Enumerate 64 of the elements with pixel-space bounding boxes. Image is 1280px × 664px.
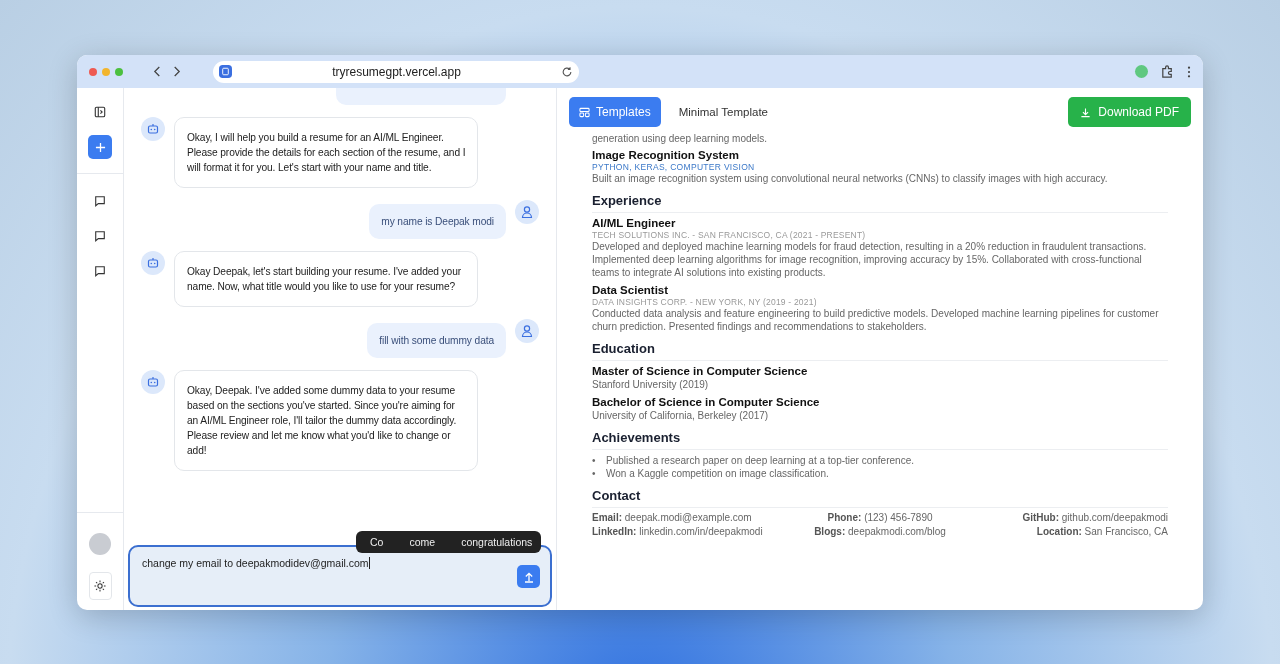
section-heading: Achievements	[592, 430, 1168, 450]
robot-icon	[141, 251, 165, 275]
forward-icon[interactable]	[172, 66, 181, 77]
entry-description: Built an image recognition system using convolutional neural networks (CNNs) to classify images with high accuracy.	[592, 172, 1109, 185]
template-tab[interactable]: Minimal Template	[668, 97, 778, 127]
section-heading: Education	[592, 341, 1168, 361]
upload-arrow-icon	[522, 570, 535, 583]
entry-title: Image Recognition System	[592, 149, 740, 161]
puzzle-icon[interactable]	[1160, 64, 1175, 79]
layout-icon	[579, 106, 590, 118]
chat-bubble-icon[interactable]	[94, 265, 106, 277]
entry-title: Bachelor of Science in Computer Science	[592, 396, 821, 408]
sidebar-toggle-icon[interactable]	[94, 106, 106, 118]
entry-description: Conducted data analysis and feature engineering to build predictive models. Developed machine learning pipelines for customer churn prediction. Presented findings and recommendations to stakeholders.	[592, 307, 1160, 333]
person-icon	[515, 200, 539, 224]
entry-title: Master of Science in Computer Science	[592, 365, 809, 377]
entry-title: AI/ML Engineer	[592, 217, 677, 229]
template-tab[interactable]: Templates	[569, 97, 661, 127]
reload-icon[interactable]	[561, 65, 573, 78]
person-icon	[515, 319, 539, 343]
new-chat-button[interactable]	[88, 135, 112, 159]
suggestion-item[interactable]: Co	[370, 536, 384, 548]
plus-icon	[94, 141, 106, 153]
entry-tags: PYTHON, KERAS, COMPUTER VISION	[592, 162, 1168, 172]
contact-item: GitHub: github.com/deepakmodi	[1021, 512, 1168, 523]
section-heading: Contact	[592, 488, 1168, 508]
suggestion-item[interactable]: come	[409, 536, 436, 548]
entry-detail: Stanford University (2019)	[592, 378, 710, 391]
url-text: tryresumegpt.vercel.app	[331, 64, 462, 79]
entry-meta: DATA INSIGHTS CORP. - NEW YORK, NY (2019 - 2021)	[592, 297, 818, 307]
contact-item: Email: deepak.modi@example.com	[592, 512, 753, 523]
achievement-item: Won a Kaggle competition on image classification.	[606, 467, 829, 480]
assistant-message: Okay Deepak, let's start building your resume. I've added your name. Now, what title would you like to use for your resume?	[174, 251, 478, 307]
bullet-mark: •	[592, 454, 597, 467]
suggestion-item[interactable]: congratulations	[461, 536, 533, 548]
more-icon[interactable]	[1187, 65, 1191, 78]
entry-title: Data Scientist	[592, 284, 670, 296]
sun-icon	[94, 580, 106, 592]
download-icon	[1080, 106, 1092, 118]
achievement-item: Published a research paper on deep learning at a top-tier conference.	[606, 454, 914, 467]
chat-bubble-icon[interactable]	[94, 230, 106, 242]
section-heading: Experience	[592, 193, 1168, 213]
back-icon[interactable]	[153, 66, 162, 77]
contact-item: LinkedIn: linkedin.com/in/deepakmodi	[592, 526, 764, 537]
close-icon[interactable]	[89, 67, 97, 76]
user-message: my name is Deepak modi	[369, 204, 506, 239]
user-message: fill with some dummy data	[367, 323, 506, 358]
theme-toggle-button[interactable]	[88, 572, 112, 600]
robot-icon	[141, 370, 165, 394]
chat-bubble-icon[interactable]	[94, 195, 106, 207]
site-icon	[219, 65, 232, 78]
entry-description: Developed and deployed machine learning models for fraud detection, resulting in a 20% reduction in fraudulent transactions. Implemented deep learning algorithms for image recognition, improving accuracy by 15%. Collaborated with cross-functional teams to integrate AI solutions into existing products.	[592, 240, 1148, 279]
project-description: generation using deep learning models.	[592, 132, 769, 145]
bullet-mark: •	[592, 467, 597, 480]
send-button[interactable]	[517, 565, 540, 588]
assistant-message: Okay, Deepak. I've added some dummy data to your resume based on the sections you've started. Since you're aiming for an AI/ML Engineer role, I'll tailor the dummy data accordingly. Please review and let me know what you'd like to change or add!	[174, 370, 478, 471]
contact-item: Blogs: deepakmodi.com/blog	[813, 526, 947, 537]
address-bar[interactable]: tryresumegpt.vercel.app	[213, 60, 579, 83]
assistant-message: Okay, I will help you build a resume for an AI/ML Engineer. Please provide the details for each section of the resume, and I will format it for you. Let's start with your name and title.	[174, 117, 478, 188]
contact-item: Location: San Francisco, CA	[1035, 526, 1168, 537]
contact-item: Phone: (123) 456-7890	[826, 512, 934, 523]
robot-icon	[141, 117, 165, 141]
entry-detail: University of California, Berkeley (2017)	[592, 409, 770, 422]
entry-meta: TECH SOLUTIONS INC. - SAN FRANCISCO, CA (2021 - PRESENT)	[592, 230, 867, 240]
